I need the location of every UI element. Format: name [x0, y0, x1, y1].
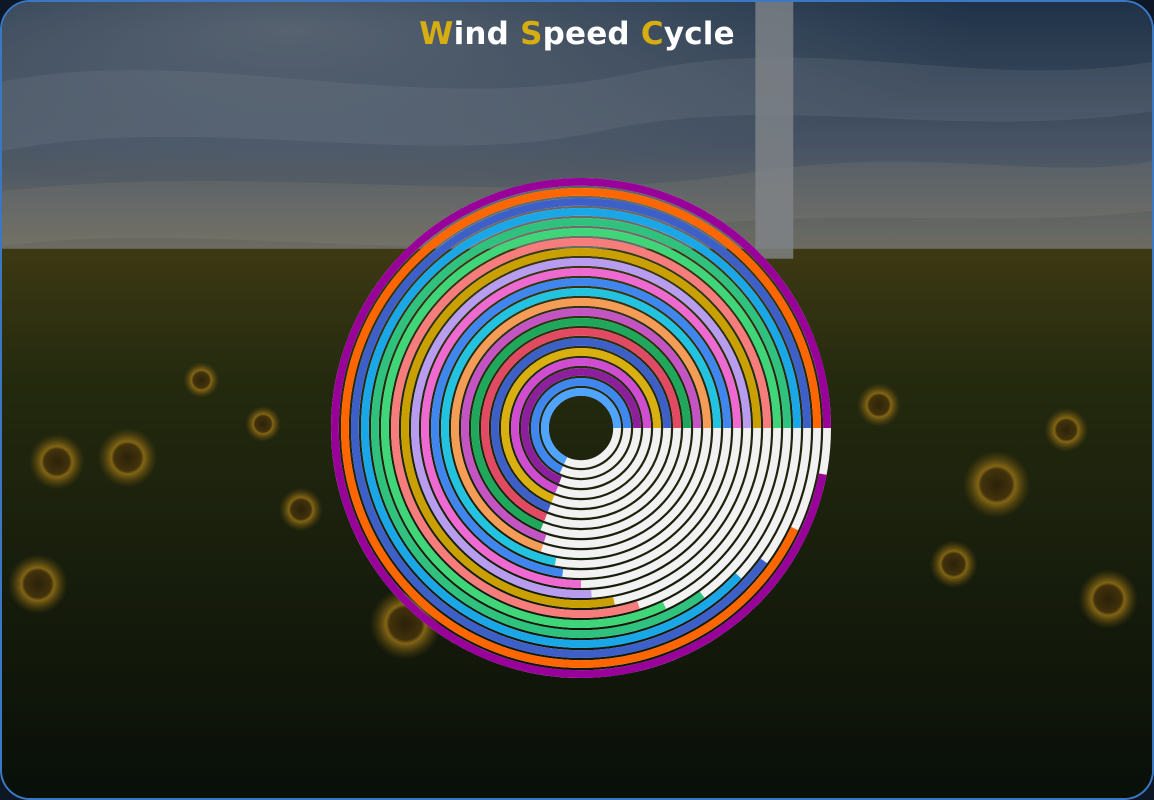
ring-bar[interactable]	[361, 208, 801, 648]
radial-bar-chart	[330, 177, 832, 679]
app-frame: Wind Speed Cycle	[0, 0, 1154, 800]
